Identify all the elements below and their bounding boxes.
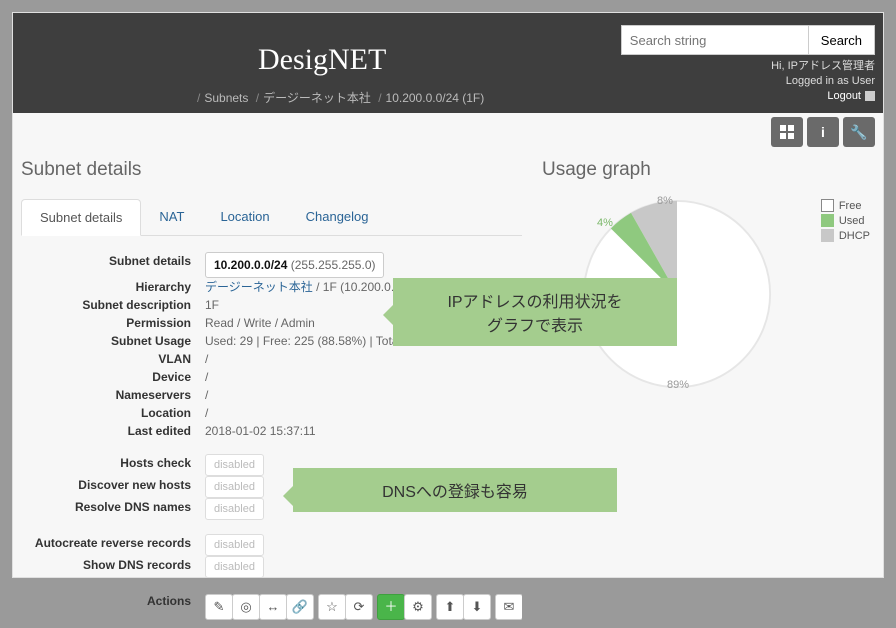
label-resolve: Resolve DNS names [21,498,205,520]
upload-icon[interactable]: ⬆ [436,594,464,620]
plus-icon[interactable]: ＋ [377,594,405,620]
legend-dhcp: DHCP [839,230,870,242]
pencil-icon[interactable]: ✎ [205,594,233,620]
actions-toolbar: ✎ ◎ ↔ 🔗 ☆ ⟳ ＋ ⚙ ⬆ ⬇ [205,594,522,620]
search-form: Search [621,25,875,55]
breadcrumb-subnets[interactable]: Subnets [204,91,248,105]
logout-link[interactable]: Logout [827,90,861,102]
page-title: Subnet details [21,159,522,181]
tag-hostscheck: disabled [205,454,264,476]
info-icon[interactable]: i [807,117,839,147]
session-role: Logged in as User [771,74,875,89]
annotation-dns: DNSへの登録も容易 [293,468,617,512]
session-greeting: Hi, IPアドレス管理者 [771,59,875,74]
label-location: Location [21,404,205,422]
logout-icon [865,91,875,101]
legend-used: Used [839,215,865,227]
label-ns: Nameservers [21,386,205,404]
label-autorev: Autocreate reverse records [21,534,205,556]
top-bar: DesigNET /Subnets /デージーネット本社 /10.200.0.0… [13,13,883,113]
grid-icon[interactable] [771,117,803,147]
hierarchy-link[interactable]: デージーネット本社 [205,280,313,294]
star-icon[interactable]: ☆ [318,594,346,620]
label-showdns: Show DNS records [21,556,205,578]
label-actions: Actions [21,592,205,620]
tag-resolve: disabled [205,498,264,520]
chart-legend: Free Used DHCP [821,199,870,244]
label-device: Device [21,368,205,386]
resize-icon[interactable]: ↔ [259,594,287,620]
mail-icon[interactable]: ✉ [495,594,522,620]
label-permission: Permission [21,314,205,332]
refresh-icon[interactable]: ⟳ [345,594,373,620]
breadcrumb-subnet[interactable]: 10.200.0.0/24 (1F) [386,91,485,105]
label-usage: Subnet Usage [21,332,205,350]
label-discover: Discover new hosts [21,476,205,498]
search-button[interactable]: Search [808,25,875,55]
tab-changelog[interactable]: Changelog [288,199,387,235]
search-input[interactable] [621,25,809,55]
view-toolbar: i 🔧 [767,117,875,147]
detail-tabs: Subnet details NAT Location Changelog [21,199,522,236]
value-device: / [205,368,522,386]
wrench-icon[interactable]: 🔧 [843,117,875,147]
legend-free: Free [839,200,862,212]
value-vlan: / [205,350,522,368]
tab-location[interactable]: Location [202,199,287,235]
tag-autorev: disabled [205,534,264,556]
value-ns: / [205,386,522,404]
label-subnet: Subnet details [21,252,205,278]
label-hierarchy: Hierarchy [21,278,205,296]
label-edited: Last edited [21,422,205,440]
session-info: Hi, IPアドレス管理者 Logged in as User Logout [771,59,875,104]
pct-free: 89% [667,379,689,391]
target-icon[interactable]: ◎ [232,594,260,620]
tag-discover: disabled [205,476,264,498]
annotation-graph: IPアドレスの利用状況をグラフで表示 [393,278,677,346]
tab-subnet-details[interactable]: Subnet details [21,199,141,236]
brand-title: DesigNET [258,43,386,77]
label-desc: Subnet description [21,296,205,314]
link-icon[interactable]: 🔗 [286,594,314,620]
download-icon[interactable]: ⬇ [463,594,491,620]
label-vlan: VLAN [21,350,205,368]
pct-dhcp: 8% [657,195,673,207]
pct-used: 4% [597,217,613,229]
label-hostscheck: Hosts check [21,454,205,476]
tag-showdns: disabled [205,556,264,578]
chart-title: Usage graph [542,159,875,181]
breadcrumb-site[interactable]: デージーネット本社 [263,91,371,105]
value-location: / [205,404,522,422]
tab-nat[interactable]: NAT [141,199,202,235]
value-edited: 2018-01-02 15:37:11 [205,422,522,440]
settings-icon[interactable]: ⚙ [404,594,432,620]
subnet-cidr-badge: 10.200.0.0/24 (255.255.255.0) [205,252,384,278]
breadcrumb: /Subnets /デージーネット本社 /10.200.0.0/24 (1F) [193,89,484,106]
